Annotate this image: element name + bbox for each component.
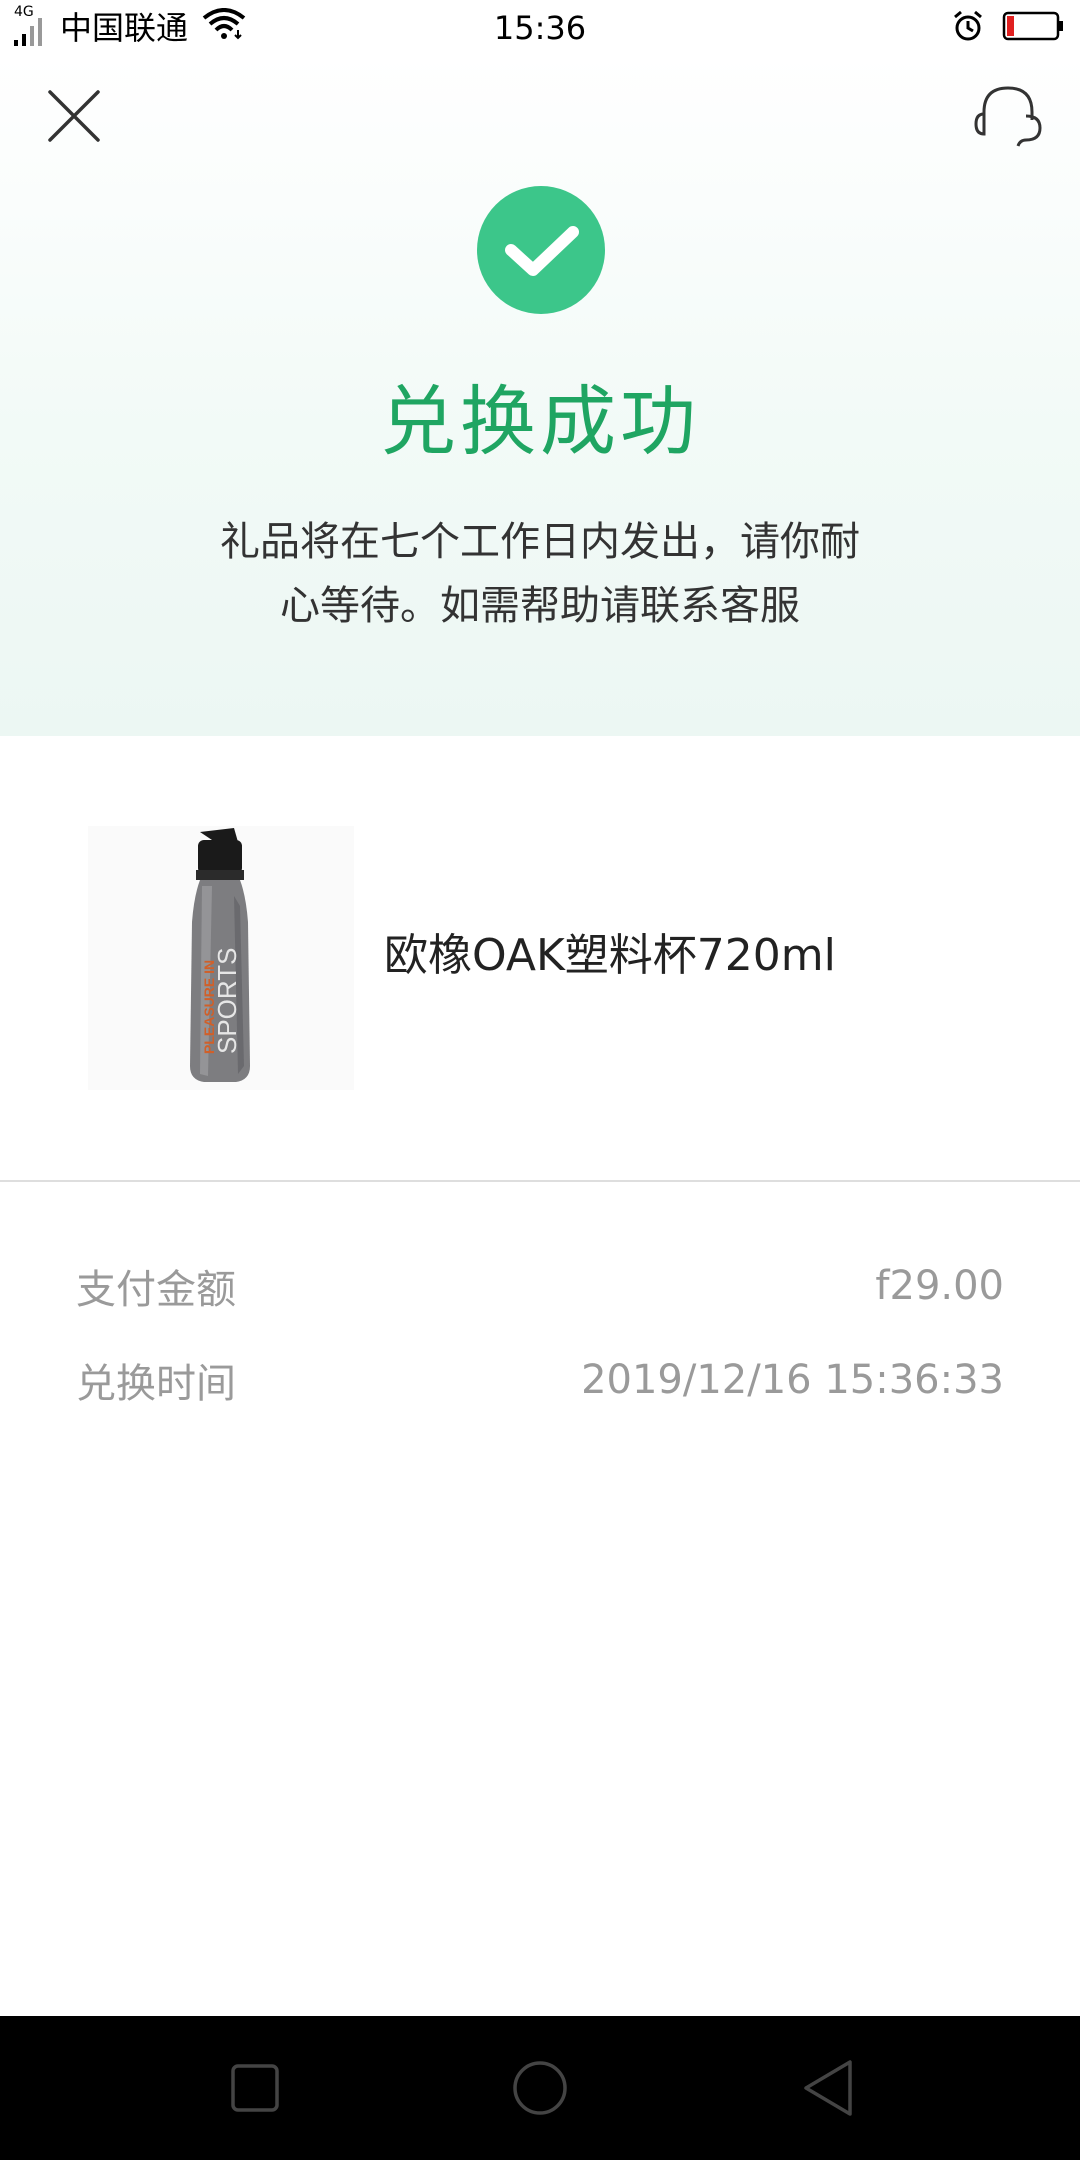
product-image: PLEASURE IN SPORTS <box>88 826 354 1090</box>
circle-icon <box>513 2061 567 2115</box>
status-bar: 4G 中国联通 15:36 <box>0 0 1080 56</box>
product-image-text-2: SPORTS <box>212 948 242 1054</box>
home-button[interactable] <box>504 2052 576 2124</box>
alarm-icon <box>952 10 984 50</box>
triangle-back-icon <box>804 2060 852 2116</box>
exchange-time-value: 2019/12/16 15:36:33 <box>581 1357 1004 1403</box>
payment-amount-row: 支付金额 f29.00 <box>76 1256 1004 1316</box>
status-time: 15:36 <box>493 9 587 47</box>
success-badge <box>477 186 605 314</box>
exchange-time-label: 兑换时间 <box>76 1361 236 1407</box>
back-button[interactable] <box>794 2052 866 2124</box>
square-icon <box>231 2064 279 2112</box>
battery-icon <box>1002 11 1064 49</box>
close-button[interactable] <box>46 88 102 144</box>
payment-amount-label: 支付金额 <box>76 1267 236 1313</box>
headset-icon <box>974 86 1042 147</box>
product-name: 欧橡OAK塑料杯720ml <box>384 930 836 981</box>
check-icon <box>505 226 579 276</box>
screen: 4G 中国联通 15:36 兑换成功 礼品将在七个工作日内发出，请你耐心等待。如… <box>0 0 1080 2160</box>
product-card[interactable]: PLEASURE IN SPORTS 欧橡OAK塑料杯720ml <box>0 736 1080 1182</box>
success-title: 兑换成功 <box>380 377 700 466</box>
navigation-bar <box>0 2016 1080 2160</box>
success-description: 礼品将在七个工作日内发出，请你耐心等待。如需帮助请联系客服 <box>220 519 860 629</box>
exchange-time-row: 兑换时间 2019/12/16 15:36:33 <box>76 1350 1004 1410</box>
close-icon <box>48 90 100 142</box>
payment-amount-value: f29.00 <box>875 1263 1004 1309</box>
recent-apps-button[interactable] <box>219 2052 291 2124</box>
customer-service-button[interactable] <box>974 84 1042 148</box>
status-right <box>952 10 1064 50</box>
